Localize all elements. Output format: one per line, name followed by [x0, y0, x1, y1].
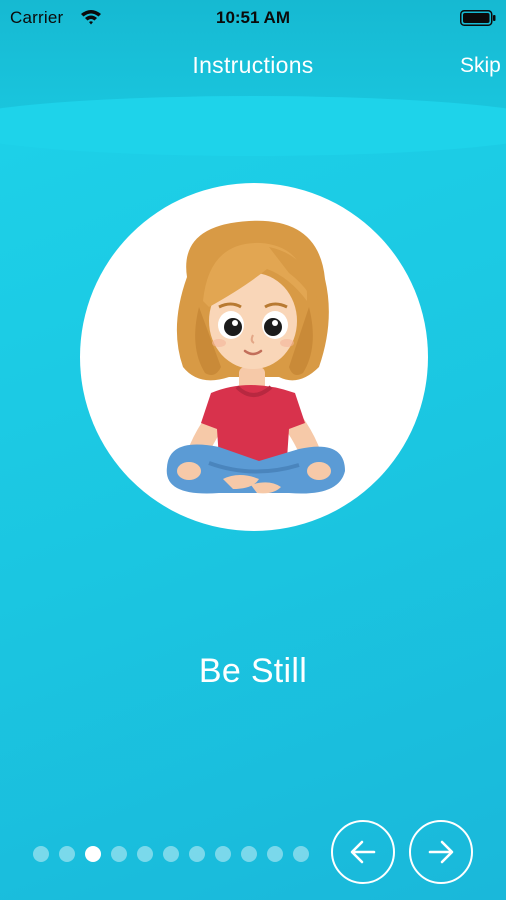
page-dot[interactable] [111, 846, 127, 862]
header-curve [0, 96, 506, 156]
girl-meditating-illustration [166, 220, 345, 494]
next-button[interactable] [409, 820, 473, 884]
page-dot[interactable] [163, 846, 179, 862]
slide-caption: Be Still [198, 652, 308, 690]
page-dot[interactable] [33, 846, 49, 862]
page-indicator [33, 846, 309, 862]
previous-button[interactable] [331, 820, 395, 884]
page-title: Instructions [192, 52, 314, 78]
skip-button[interactable]: Skip [460, 54, 501, 78]
clock-time: 10:51 AM [215, 8, 290, 27]
illustration-circle [80, 183, 428, 531]
arrow-right-icon [428, 840, 454, 864]
page-dot[interactable] [293, 846, 309, 862]
page-dot[interactable] [189, 846, 205, 862]
status-bar: Carrier 10:51 AM [0, 0, 506, 36]
arrow-left-icon [350, 840, 376, 864]
page-dot[interactable] [241, 846, 257, 862]
page-dot[interactable] [267, 846, 283, 862]
instructions-screen: Carrier 10:51 AM Instructions Skip Be St… [0, 0, 506, 900]
page-dot[interactable] [137, 846, 153, 862]
page-dot[interactable] [215, 846, 231, 862]
page-dot-active[interactable] [85, 846, 101, 862]
battery-icon [460, 10, 496, 26]
page-dot[interactable] [59, 846, 75, 862]
